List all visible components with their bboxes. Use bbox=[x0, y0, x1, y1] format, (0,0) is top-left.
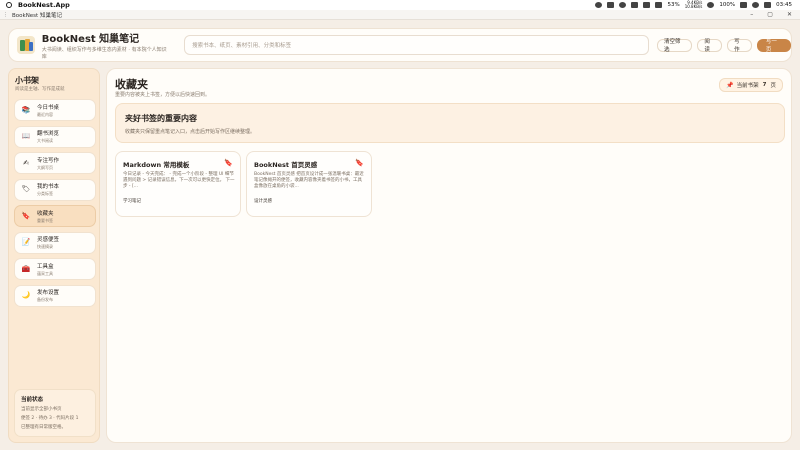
status-line: 已整理有日常版空格。 bbox=[21, 425, 66, 430]
maximize-icon[interactable]: ▢ bbox=[767, 11, 773, 18]
clipboard-icon[interactable] bbox=[631, 2, 639, 8]
write-button[interactable]: 写作 bbox=[727, 38, 752, 53]
pen-icon: ✍ bbox=[23, 158, 29, 167]
brand-tagline: 大书阅读、组织写作与多维生态内素材 · 有本院个人知识库 bbox=[41, 47, 167, 60]
hero-banner: 夹好书签的重要内容 收藏夹只保留重点笔记入口，点击后开始写作区继续整理。 bbox=[115, 103, 785, 143]
books-icon: 📚 bbox=[21, 105, 31, 114]
badge-suffix: 页 bbox=[770, 83, 776, 89]
sidebar-item[interactable]: 🔖 收藏夹 重要书签 bbox=[14, 205, 96, 227]
sidebar-item-sub: 分类标签 bbox=[37, 191, 53, 196]
brand-name: BookNest 知巢笔记 bbox=[41, 34, 140, 45]
bookmark-icon[interactable]: 🔖 bbox=[355, 159, 364, 167]
top-bar: BookNest 知巢笔记 大书阅读、组织写作与多维生态内素材 · 有本院个人知… bbox=[8, 28, 792, 62]
sidebar-item-label: 专注写作 bbox=[37, 157, 60, 164]
page-title: 收藏夹 bbox=[115, 78, 148, 91]
sidebar-item-label: 灵感便签 bbox=[37, 237, 60, 243]
sidebar-nav: 📚 今日书桌 最近内容 📖 翻书浏览 大书阅读 ✍ 专注写作 大纲写页 🏷 我的书本 分类标签 🔖 收藏夹… bbox=[14, 99, 96, 311]
badge-count: 7 bbox=[762, 82, 767, 88]
clear-filter-button[interactable]: 清空筛选 bbox=[656, 38, 693, 53]
hero-title: 夹好书签的重要内容 bbox=[125, 114, 197, 123]
menubar-app-name[interactable]: BookNest.App bbox=[18, 1, 70, 9]
sidebar-item-sub: 重要书签 bbox=[37, 217, 53, 223]
badge-prefix: 当前书架 bbox=[736, 83, 759, 89]
search-icon[interactable] bbox=[752, 2, 760, 8]
battery-icon[interactable] bbox=[655, 2, 663, 8]
sidebar-item[interactable]: 📚 今日书桌 最近内容 bbox=[14, 99, 96, 121]
sidebar-item-sub: 大纲写页 bbox=[37, 164, 53, 170]
brand: BookNest 知巢笔记 大书阅读、组织写作与多维生态内素材 · 有本院个人知… bbox=[42, 30, 170, 60]
tag-icon: 🏷 bbox=[21, 185, 31, 193]
status-title: 当前状态 bbox=[21, 397, 44, 403]
shelf-count-badge[interactable]: 📌 当前书架 7 页 bbox=[719, 78, 783, 92]
sidebar-item[interactable]: 📖 翻书浏览 大书阅读 bbox=[14, 125, 96, 148]
extension-icon[interactable] bbox=[607, 2, 615, 8]
open-book-icon: 📖 bbox=[21, 132, 31, 140]
sidebar-item[interactable]: 🏷 我的书本 分类标签 bbox=[14, 178, 96, 201]
apple-icon[interactable] bbox=[6, 2, 12, 8]
pin-icon: 📌 bbox=[726, 81, 734, 89]
wifi-icon[interactable] bbox=[707, 2, 715, 8]
moon-icon: 🌙 bbox=[21, 291, 31, 299]
card-title: BookNest 首页灵感 bbox=[254, 161, 318, 169]
sync-icon[interactable] bbox=[619, 2, 627, 8]
minimize-icon[interactable]: – bbox=[750, 11, 753, 18]
sidebar-subtitle: 阅读是主轴、写作是成就 bbox=[15, 87, 65, 92]
network-speed: 9.4KB/s 10.8KB/s bbox=[685, 1, 703, 9]
window-titlebar: ⋮ BookNest 知巢笔记 – ▢ ✕ bbox=[0, 10, 800, 20]
clock[interactable]: 03:45 bbox=[776, 2, 792, 8]
sidebar-item-label: 我的书本 bbox=[37, 184, 60, 190]
sidebar-item[interactable]: 🧰 工具盒 蕴采工具 bbox=[14, 258, 96, 280]
sidebar-item-sub: 蕴采工具 bbox=[37, 270, 53, 276]
read-button[interactable]: 阅读 bbox=[697, 38, 723, 53]
sidebar-item-label: 翻书浏览 bbox=[37, 131, 60, 137]
sidebar-item-label: 今日书桌 bbox=[37, 104, 60, 111]
logo-icon bbox=[17, 36, 35, 54]
system-menubar: BookNest.App 53% 9.4KB/s 10.8KB/s 100% 0… bbox=[0, 0, 800, 10]
hero-description: 收藏夹只保留重点笔记入口，点击后开始写作区继续整理。 bbox=[125, 129, 256, 135]
control-center-icon[interactable] bbox=[764, 2, 772, 8]
sidebar-item[interactable]: 🌙 发布设置 备份发布 bbox=[14, 284, 96, 307]
display-icon[interactable] bbox=[643, 2, 651, 8]
sidebar: 小书架 阅读是主轴、写作是成就 📚 今日书桌 最近内容 📖 翻书浏览 大书阅读 ✍ 专注写作大… bbox=[8, 68, 100, 443]
page-subtitle: 重要内容被夹上书签，方便以后快速回到。 bbox=[115, 92, 211, 98]
battery-percent: 53% bbox=[667, 2, 680, 8]
speaker-icon[interactable] bbox=[740, 2, 748, 8]
sidebar-item[interactable]: 📝 灵感便签 快速摘录 bbox=[14, 231, 96, 254]
status-panel: 当前状态 当前显示全部小书页 便签 2 · 待办 3 · 代码片段 1 已整理有… bbox=[14, 389, 96, 437]
sidebar-item-sub: 大书阅读 bbox=[37, 138, 53, 143]
status-line: 便签 2 · 待办 3 · 代码片段 1 bbox=[21, 416, 79, 421]
sidebar-item-sub: 最近内容 bbox=[37, 111, 53, 117]
net-download: 10.8KB/s bbox=[684, 4, 703, 9]
bookmark-card[interactable]: BookNest 首页灵感 🔖 BookNest 首页灵感 把首页设计成一张温暖书桌… bbox=[246, 151, 372, 217]
memo-icon: 📝 bbox=[21, 238, 31, 246]
main-panel: 收藏夹 重要内容被夹上书签，方便以后快速回到。 📌 当前书架 7 页 夹好书签的… bbox=[106, 68, 792, 443]
card-title: Markdown 常用模板 bbox=[123, 161, 190, 169]
app-icon: ⋮ bbox=[3, 11, 8, 18]
toolbox-icon: 🧰 bbox=[21, 264, 31, 273]
status-icon[interactable] bbox=[595, 2, 603, 8]
window-title: BookNest 知巢笔记 bbox=[12, 12, 62, 19]
sidebar-item-label: 工具盒 bbox=[37, 263, 54, 270]
sidebar-item-sub: 备份发布 bbox=[37, 297, 53, 302]
sidebar-item-sub: 快速摘录 bbox=[37, 244, 53, 249]
volume-percent: 100% bbox=[719, 2, 736, 8]
bookmark-icon: 🔖 bbox=[21, 211, 31, 220]
card-body: BookNest 首页灵感 把首页设计成一张温暖书桌：最近笔记像摊开的便签，收藏… bbox=[254, 172, 364, 189]
card-tag: 设计灵感 bbox=[254, 199, 272, 204]
card-tag: 学习笔记 bbox=[123, 199, 141, 204]
bookmark-card[interactable]: Markdown 常用模板 🔖 今日记录 - 今天完成： - 完成一个小阶段 - 整… bbox=[115, 151, 241, 217]
bookmark-icon[interactable]: 🔖 bbox=[224, 159, 233, 167]
status-line: 当前显示全部小书页 bbox=[21, 407, 62, 412]
new-page-button[interactable]: 写一页 bbox=[756, 38, 791, 53]
close-icon[interactable]: ✕ bbox=[787, 11, 792, 18]
app-root: BookNest 知巢笔记 大书阅读、组织写作与多维生态内素材 · 有本院个人知… bbox=[0, 20, 800, 450]
sidebar-item-label: 收藏夹 bbox=[37, 210, 54, 217]
sidebar-title: 小书架 bbox=[15, 76, 39, 85]
card-body: 今日记录 - 今天完成： - 完成一个小阶段 - 整理 UI 细节 遇到问题 >… bbox=[123, 172, 235, 189]
search-input[interactable]: 搜索书本、纸页、素材引用、分类和标签 bbox=[184, 35, 649, 55]
sidebar-item[interactable]: ✍ 专注写作 大纲写页 bbox=[14, 152, 96, 174]
bookmark-cards: Markdown 常用模板 🔖 今日记录 - 今天完成： - 完成一个小阶段 - 整… bbox=[115, 151, 372, 217]
sidebar-item-label: 发布设置 bbox=[37, 290, 60, 296]
